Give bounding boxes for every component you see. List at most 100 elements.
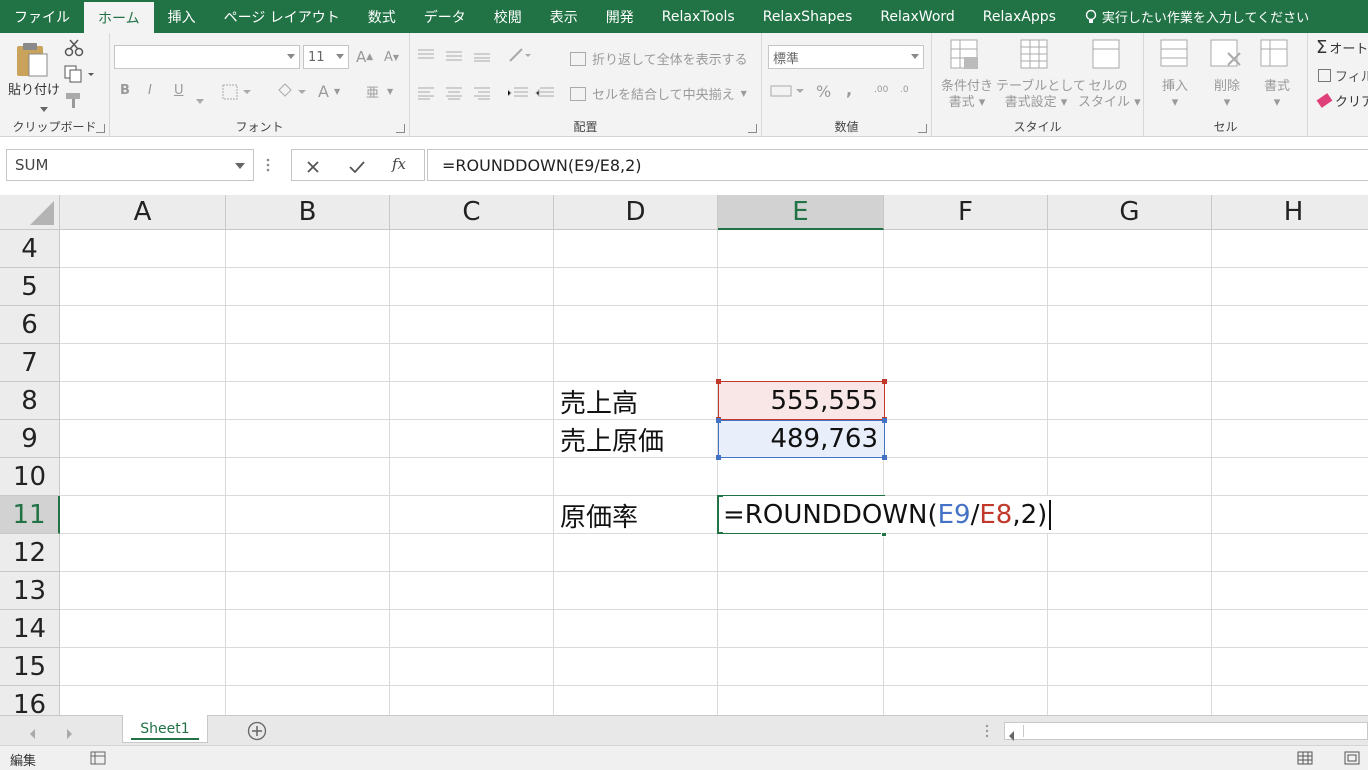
number-launcher-icon[interactable]: [918, 124, 927, 133]
delete-cells-button[interactable]: 削除 ▾: [1202, 79, 1252, 111]
column-header-h[interactable]: H: [1212, 195, 1368, 230]
cell-d11[interactable]: 原価率: [560, 497, 638, 534]
decrease-font-size-button[interactable]: A ▼: [384, 50, 399, 65]
font-color-button[interactable]: A ▼: [318, 82, 340, 101]
comma-button[interactable]: ,: [846, 80, 852, 99]
paste-icon[interactable]: [14, 41, 50, 83]
paste-button[interactable]: 貼り付け: [8, 79, 60, 98]
row-header-8[interactable]: 8: [0, 382, 60, 420]
column-header-c[interactable]: C: [390, 195, 554, 230]
tab-developer[interactable]: 開発: [592, 0, 648, 33]
row-header-12[interactable]: 12: [0, 534, 60, 572]
add-sheet-icon[interactable]: [247, 721, 267, 745]
align-top-icon[interactable]: [418, 47, 498, 66]
italic-button[interactable]: I: [148, 83, 152, 98]
merge-center-button[interactable]: セルを結合して中央揃え ▼: [570, 84, 747, 103]
tab-file[interactable]: ファイル: [0, 0, 84, 33]
tab-home[interactable]: ホーム: [84, 2, 154, 33]
format-cells-button[interactable]: 書式 ▾: [1252, 79, 1302, 111]
cell-e11-editor[interactable]: =ROUNDDOWN(E9/E8,2): [723, 496, 1053, 533]
column-header-f[interactable]: F: [884, 195, 1048, 230]
conditional-format-icon[interactable]: [950, 39, 980, 75]
cell-d8[interactable]: 売上高: [560, 383, 638, 420]
name-box[interactable]: SUM: [6, 149, 254, 181]
tab-formulas[interactable]: 数式: [354, 0, 410, 33]
format-cells-icon[interactable]: [1260, 39, 1290, 73]
number-format-box[interactable]: 標準: [768, 45, 924, 69]
formula-input[interactable]: =ROUNDDOWN(E9/E8,2): [427, 149, 1368, 181]
tab-relaxtools[interactable]: RelaxTools: [648, 0, 749, 33]
insert-cells-button[interactable]: 挿入 ▾: [1150, 79, 1200, 111]
row-header-10[interactable]: 10: [0, 458, 60, 496]
column-header-e[interactable]: E: [718, 195, 884, 230]
tab-page-layout[interactable]: ページ レイアウト: [210, 0, 354, 33]
normal-view-icon[interactable]: [1297, 751, 1313, 769]
horizontal-scrollbar[interactable]: [1004, 722, 1368, 741]
row-header-9[interactable]: 9: [0, 420, 60, 458]
format-painter-icon[interactable]: [64, 91, 84, 113]
range-handle[interactable]: [716, 455, 721, 460]
increase-font-size-button[interactable]: A ▲: [356, 48, 373, 66]
borders-icon[interactable]: [222, 84, 252, 104]
tab-insert[interactable]: 挿入: [154, 0, 210, 33]
column-header-d[interactable]: D: [554, 195, 718, 230]
range-handle[interactable]: [716, 418, 721, 423]
wrap-text-button[interactable]: 折り返して全体を表示する: [570, 49, 748, 68]
cut-icon[interactable]: [64, 39, 84, 61]
cell-styles-icon[interactable]: [1092, 39, 1122, 75]
row-header-7[interactable]: 7: [0, 344, 60, 382]
range-handle[interactable]: [882, 379, 887, 384]
tab-view[interactable]: 表示: [536, 0, 592, 33]
insert-cells-icon[interactable]: [1160, 39, 1190, 73]
tab-data[interactable]: データ: [410, 0, 480, 33]
font-size-box[interactable]: 11: [303, 45, 349, 69]
underline-button[interactable]: U: [174, 83, 184, 98]
scroll-left-icon[interactable]: [1009, 726, 1015, 745]
fill-color-icon[interactable]: [276, 82, 308, 104]
decrease-decimal-button[interactable]: .0: [900, 85, 909, 95]
scroll-left-icon[interactable]: [30, 724, 36, 743]
font-name-box[interactable]: [114, 45, 300, 69]
cell-d9[interactable]: 売上原価: [560, 421, 664, 458]
page-layout-view-icon[interactable]: [1344, 751, 1360, 769]
scroll-right-icon[interactable]: [66, 724, 72, 743]
row-header-13[interactable]: 13: [0, 572, 60, 610]
row-header-15[interactable]: 15: [0, 648, 60, 686]
align-left-icon[interactable]: [418, 85, 498, 104]
delete-cells-icon[interactable]: [1210, 39, 1242, 73]
row-header-4[interactable]: 4: [0, 230, 60, 268]
tab-relaxword[interactable]: RelaxWord: [866, 0, 968, 33]
tab-relaxapps[interactable]: RelaxApps: [969, 0, 1070, 33]
alignment-launcher-icon[interactable]: [748, 124, 757, 133]
tab-relaxshapes[interactable]: RelaxShapes: [749, 0, 867, 33]
conditional-format-button[interactable]: 条件付き 書式 ▾: [936, 79, 998, 111]
cell-e9[interactable]: 489,763: [716, 418, 887, 460]
tell-me-search[interactable]: 実行したい作業を入力してください: [1084, 0, 1309, 33]
macro-record-icon[interactable]: [90, 751, 106, 769]
insert-function-icon[interactable]: fx: [392, 155, 406, 173]
autosum-button[interactable]: Σ オート: [1316, 37, 1368, 58]
orientation-icon[interactable]: [508, 47, 532, 67]
range-handle[interactable]: [882, 455, 887, 460]
cell-styles-button[interactable]: セルの スタイル ▾: [1078, 79, 1141, 111]
column-header-a[interactable]: A: [60, 195, 226, 230]
indent-icon[interactable]: [507, 85, 554, 104]
more-options-icon[interactable]: [266, 157, 270, 176]
row-header-5[interactable]: 5: [0, 268, 60, 306]
cancel-icon[interactable]: [306, 159, 320, 178]
font-launcher-icon[interactable]: [396, 124, 405, 133]
sheet-tab-sheet1[interactable]: Sheet1: [122, 715, 208, 743]
row-header-16[interactable]: 16: [0, 686, 60, 715]
tab-review[interactable]: 校閲: [480, 0, 536, 33]
select-all-button[interactable]: [0, 195, 60, 230]
row-header-14[interactable]: 14: [0, 610, 60, 648]
enter-check-icon[interactable]: [348, 159, 366, 178]
clear-button[interactable]: クリア: [1316, 91, 1368, 110]
more-options-icon[interactable]: [985, 723, 989, 742]
format-as-table-button[interactable]: テーブルとして 書式設定 ▾: [996, 79, 1086, 111]
fill-button[interactable]: フィル: [1318, 66, 1368, 85]
copy-icon[interactable]: [64, 65, 94, 87]
phonetic-button[interactable]: 亜 ▼: [366, 82, 393, 101]
format-as-table-icon[interactable]: [1020, 39, 1050, 75]
range-handle[interactable]: [716, 379, 721, 384]
